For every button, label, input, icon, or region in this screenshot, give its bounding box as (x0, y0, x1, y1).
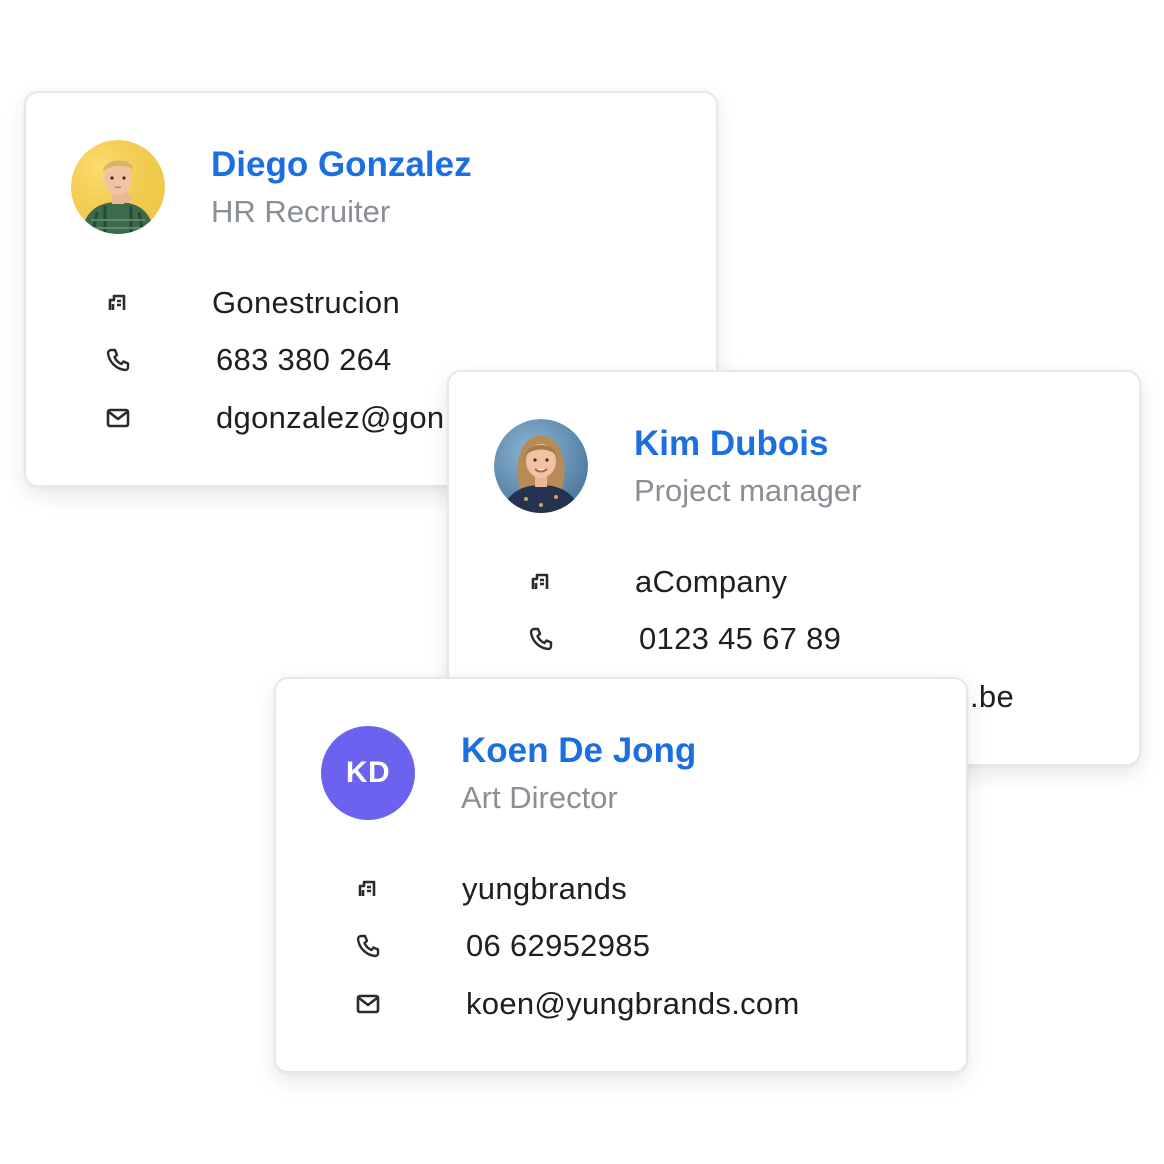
contact-role: Project manager (634, 473, 862, 508)
company-text: yungbrands (462, 871, 628, 906)
building-icon (358, 880, 376, 896)
phone-text[interactable]: 683 380 264 (216, 342, 392, 378)
phone-row: 0123 45 67 89 (527, 619, 1139, 659)
phone-icon (529, 627, 553, 651)
email-row: koen@yungbrands.com (354, 984, 966, 1024)
contact-role: Art Director (461, 780, 618, 815)
contact-name: Koen De Jong (461, 731, 697, 770)
company-row: aCompany (527, 562, 1139, 602)
email-text[interactable]: dgonzalez@gon (216, 400, 444, 436)
contact-name: Kim Dubois (634, 424, 829, 463)
phone-text[interactable]: 0123 45 67 89 (639, 621, 841, 657)
company-text: Gonestrucion (212, 285, 400, 320)
phone-icon (106, 348, 130, 372)
contact-role: HR Recruiter (211, 194, 391, 229)
mail-icon (106, 408, 130, 428)
company-row: yungbrands (354, 869, 966, 909)
company-text: aCompany (635, 564, 788, 599)
contact-name: Diego Gonzalez (211, 145, 472, 184)
phone-text[interactable]: 06 62952985 (466, 928, 650, 964)
building-icon (531, 573, 549, 589)
contact-card-koen[interactable]: KD Koen De Jong Art Director yungbrands … (274, 677, 968, 1073)
company-row: Gonestrucion (104, 283, 716, 323)
phone-row: 06 62952985 (354, 926, 966, 966)
email-text[interactable]: koen@yungbrands.com (466, 986, 800, 1022)
avatar-kim (494, 419, 588, 513)
building-icon (108, 294, 126, 310)
mail-icon (356, 994, 380, 1014)
phone-icon (356, 934, 380, 958)
email-text-fragment[interactable]: .be (970, 679, 1014, 715)
avatar-initials: KD (321, 726, 415, 820)
avatar-diego (71, 140, 165, 234)
